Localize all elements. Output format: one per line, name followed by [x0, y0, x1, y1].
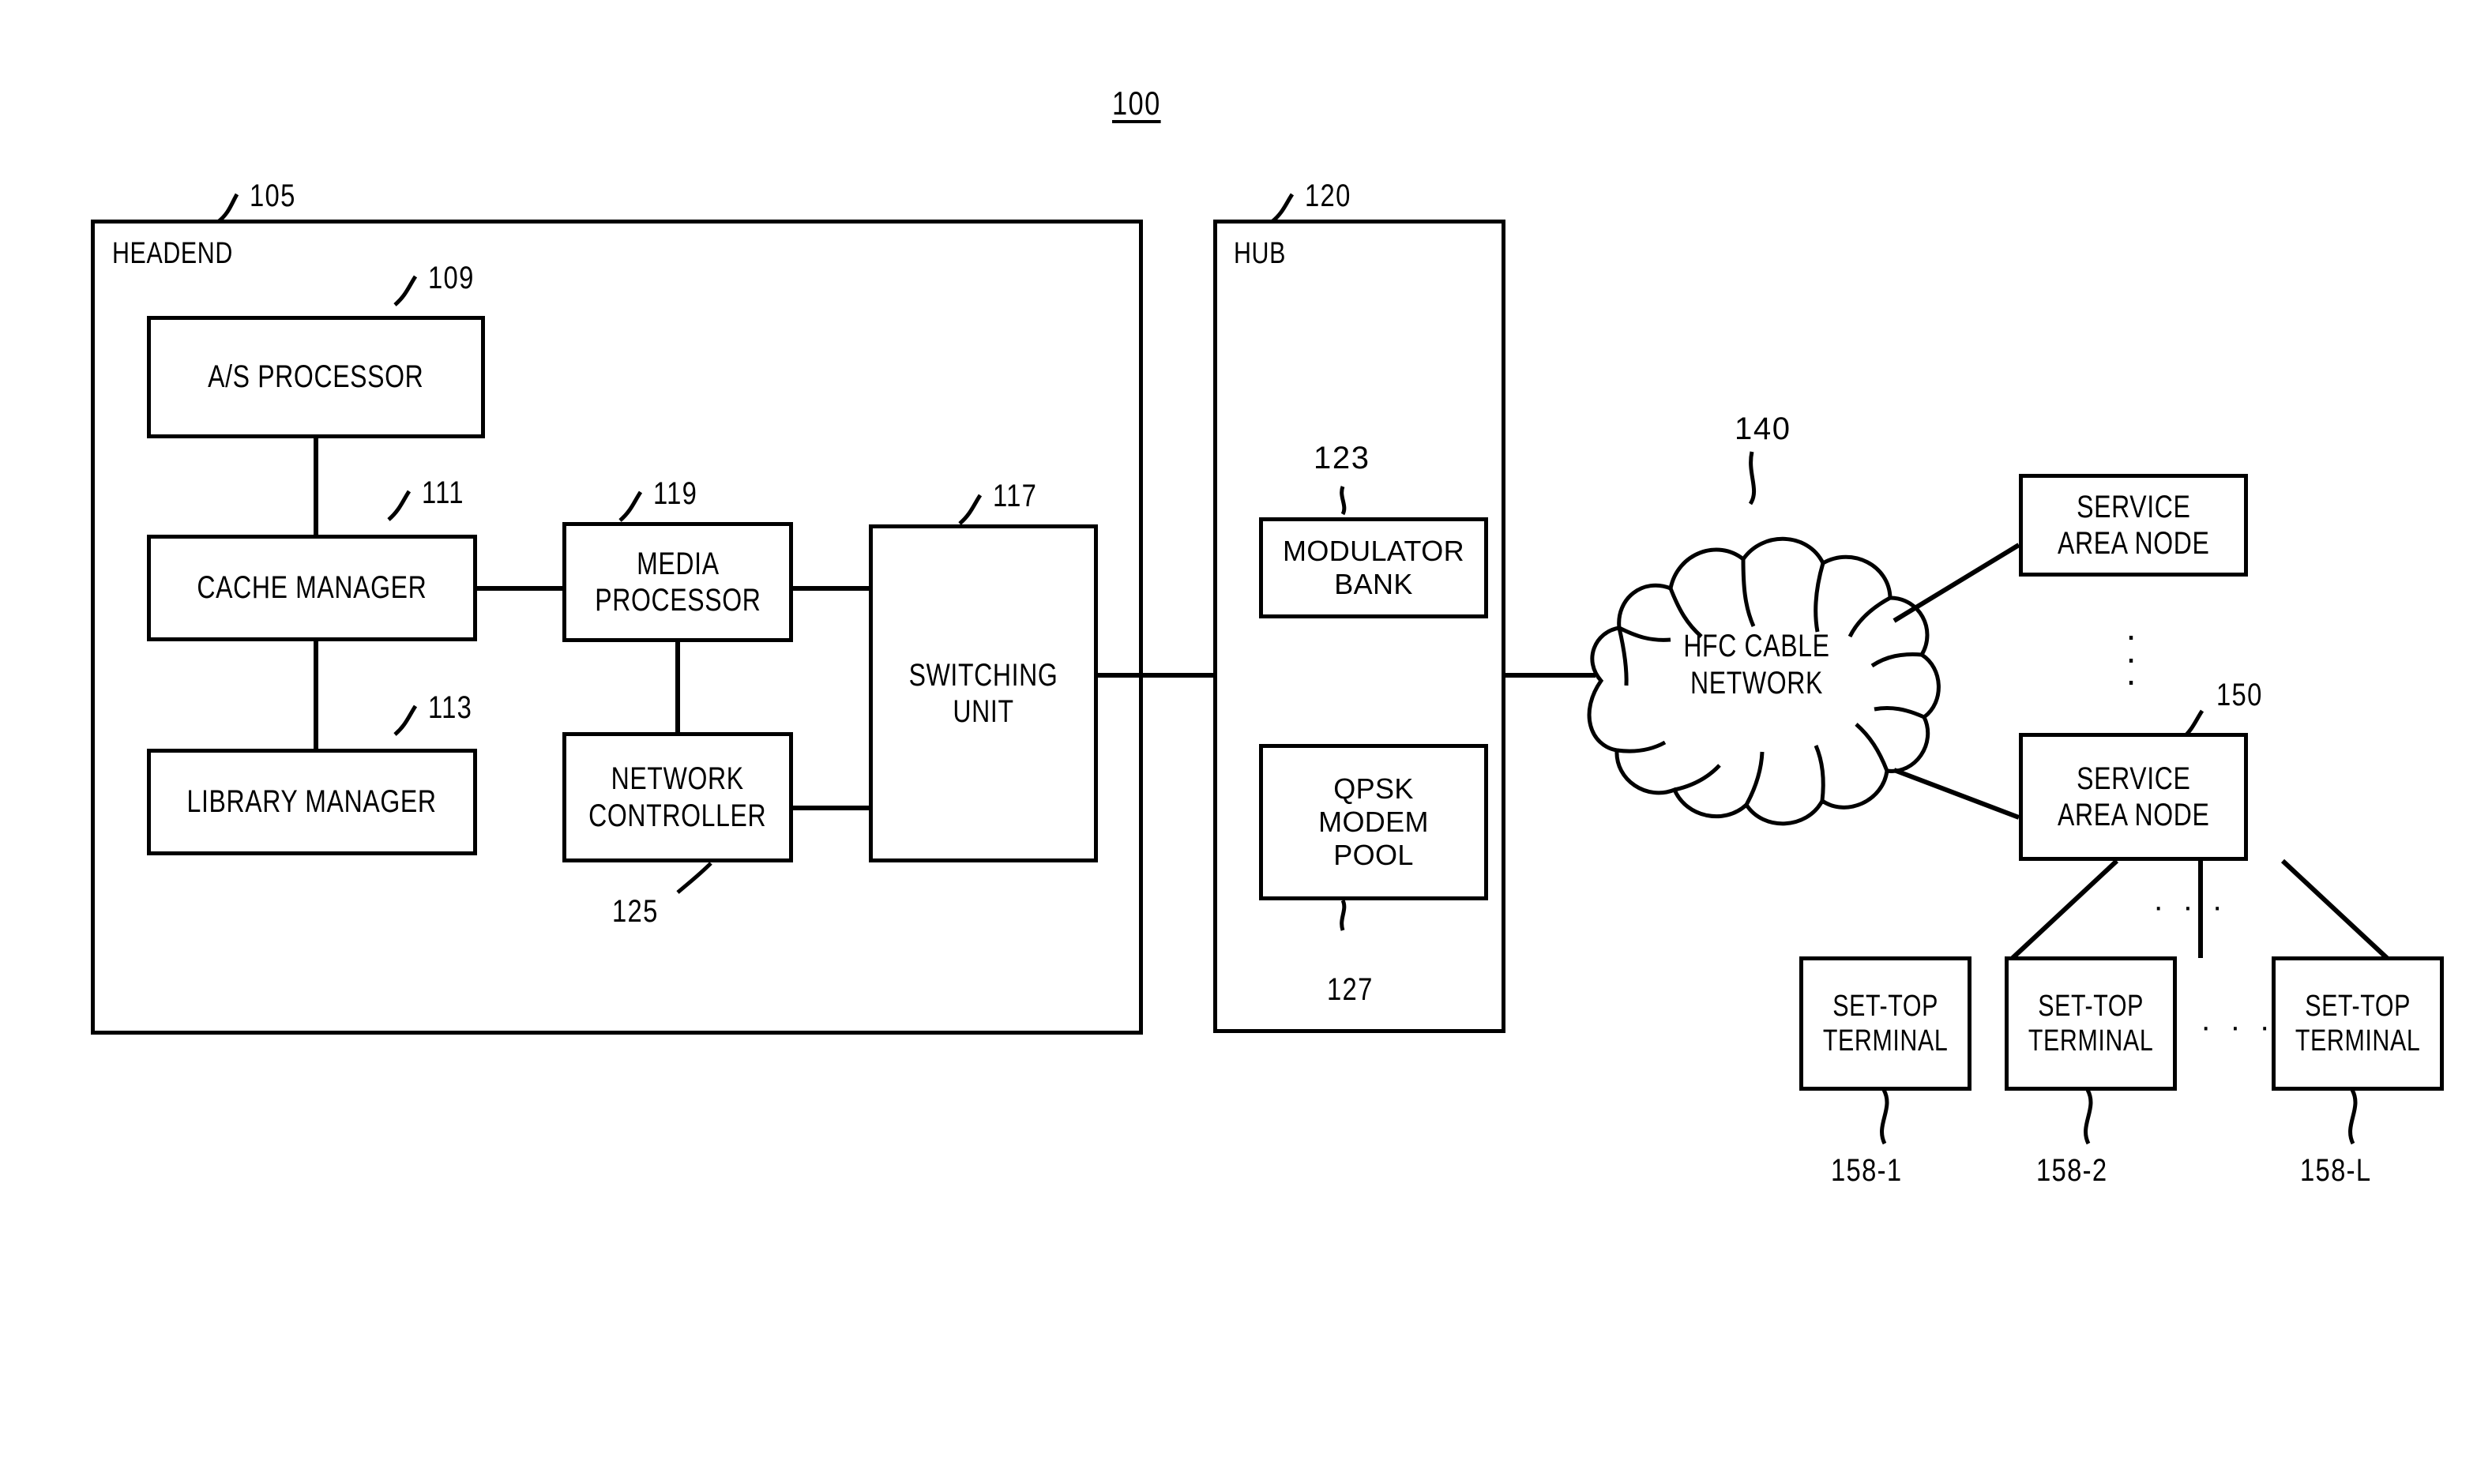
leader-158-L [2348, 1088, 2358, 1145]
figure-canvas: 100 HEADEND 105 A/S PROCESSOR 109 CACHE … [0, 0, 2477, 1484]
leader-140 [1748, 451, 1757, 505]
ref-125: 125 [612, 894, 659, 929]
headend-title: HEADEND [112, 237, 233, 270]
block-as-processor[interactable]: A/S PROCESSOR [147, 316, 485, 438]
block-as-processor-label: A/S PROCESSOR [208, 359, 424, 395]
block-cache-manager[interactable]: CACHE MANAGER [147, 535, 477, 641]
ref-158-2: 158-2 [2036, 1153, 2108, 1188]
ref-140: 140 [1735, 411, 1791, 446]
block-service-area-node-150-label: SERVICE AREA NODE [2057, 761, 2210, 832]
block-set-top-terminal-2-label: SET-TOP TERMINAL [2028, 989, 2154, 1058]
hub-title: HUB [1234, 237, 1287, 270]
ref-158-L: 158-L [2300, 1153, 2372, 1188]
block-set-top-terminal-L-label: SET-TOP TERMINAL [2295, 989, 2421, 1058]
block-service-area-node-150[interactable]: SERVICE AREA NODE [2019, 733, 2248, 861]
block-cache-manager-label: CACHE MANAGER [197, 570, 427, 606]
wire-san-to-stt-1 [2010, 858, 2119, 960]
block-qpsk-modem-pool-label: QPSK MODEM POOL [1318, 772, 1429, 871]
block-set-top-terminal-1[interactable]: SET-TOP TERMINAL [1799, 956, 1971, 1091]
block-library-manager[interactable]: LIBRARY MANAGER [147, 749, 477, 855]
ref-105: 105 [250, 178, 296, 213]
block-library-manager-label: LIBRARY MANAGER [186, 784, 438, 820]
block-set-top-terminal-L[interactable]: SET-TOP TERMINAL [2272, 956, 2444, 1091]
leader-158-1 [1880, 1088, 1889, 1145]
wire-network-to-san-1 [1893, 543, 2020, 623]
ref-158-1: 158-1 [1831, 1153, 1903, 1188]
vertical-ellipsis-service-area-nodes: · · · [2125, 614, 2137, 701]
figure-number: 100 [1112, 85, 1161, 122]
block-set-top-terminal-1-label: SET-TOP TERMINAL [1822, 989, 1949, 1058]
block-network-controller[interactable]: NETWORK CONTROLLER [562, 732, 793, 862]
ref-127: 127 [1327, 972, 1374, 1007]
ellipsis-set-top-terminals: · · · [2201, 1009, 2276, 1044]
ref-109: 109 [428, 261, 475, 295]
network-cloud-label: HFC CABLE NETWORK [1683, 629, 1830, 701]
wire-network-to-san-2 [1893, 768, 2020, 820]
block-service-area-node-top[interactable]: SERVICE AREA NODE [2019, 474, 2248, 577]
block-modulator-bank-label: MODULATOR BANK [1283, 535, 1464, 600]
ref-117: 117 [993, 479, 1038, 513]
ref-119: 119 [653, 476, 698, 511]
ellipsis-san-fanout: · · · [2153, 889, 2228, 924]
ref-111: 111 [422, 475, 464, 510]
ref-123: 123 [1314, 441, 1370, 475]
ref-120: 120 [1305, 178, 1351, 213]
block-modulator-bank[interactable]: MODULATOR BANK [1259, 517, 1488, 618]
block-switching-unit-label: SWITCHING UNIT [908, 657, 1058, 729]
block-media-processor-label: MEDIA PROCESSOR [594, 546, 761, 618]
block-network-controller-label: NETWORK CONTROLLER [588, 761, 767, 833]
block-switching-unit[interactable]: SWITCHING UNIT [869, 524, 1098, 862]
leader-158-2 [2084, 1088, 2093, 1145]
leader-105 [216, 193, 239, 224]
block-set-top-terminal-2[interactable]: SET-TOP TERMINAL [2005, 956, 2177, 1091]
block-media-processor[interactable]: MEDIA PROCESSOR [562, 522, 793, 642]
wire-san-to-stt-L [2280, 858, 2389, 960]
block-service-area-node-top-label: SERVICE AREA NODE [2057, 489, 2210, 561]
ref-113: 113 [428, 690, 473, 725]
ref-150: 150 [2216, 678, 2263, 712]
block-qpsk-modem-pool[interactable]: QPSK MODEM POOL [1259, 744, 1488, 900]
hub-container [1213, 220, 1505, 1033]
leader-120 [1270, 193, 1295, 224]
